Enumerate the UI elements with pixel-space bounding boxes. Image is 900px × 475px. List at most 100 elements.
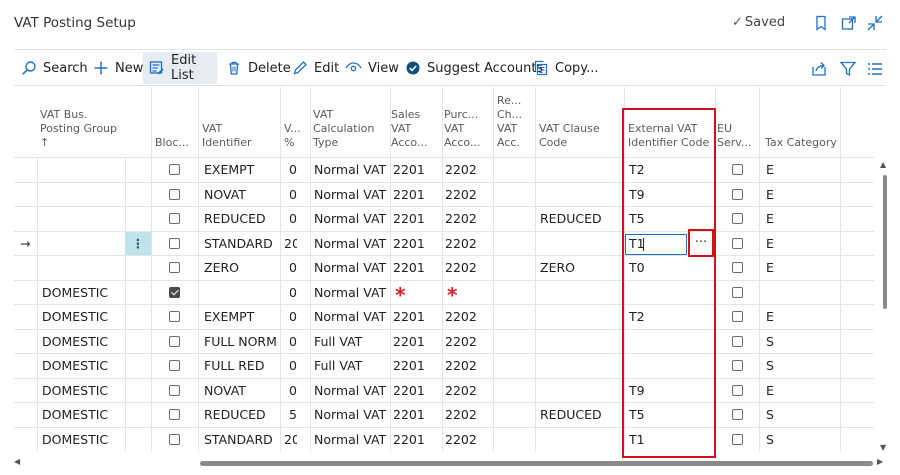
column-header-reverse-charge-account[interactable]: Re... Ch... VAT Acc. xyxy=(497,94,533,150)
scroll-down-icon[interactable]: ▼ xyxy=(880,443,886,452)
table-row[interactable]: ZERO 0 Normal VAT 2201 2202 ZERO T0 E xyxy=(14,255,874,280)
checkbox-blocked[interactable] xyxy=(169,311,180,322)
cell-bus-posting-group[interactable] xyxy=(42,158,124,182)
cell-vat-clause-code[interactable] xyxy=(540,183,622,207)
cell-tax-category[interactable]: E xyxy=(766,158,836,182)
scroll-left-icon[interactable]: ◀ xyxy=(14,457,20,466)
cell-tax-category[interactable]: S xyxy=(766,330,836,354)
cell-vat-clause-code[interactable]: ZERO xyxy=(540,256,622,280)
cell-vat-clause-code[interactable]: REDUCED xyxy=(540,207,622,231)
bookmark-icon[interactable] xyxy=(812,14,830,32)
cell-calculation-type[interactable]: Normal VAT xyxy=(314,428,388,452)
cell-bus-posting-group[interactable]: DOMESTIC xyxy=(42,428,124,452)
column-header-calculation-type[interactable]: VAT Calculation Type xyxy=(313,108,388,150)
cell-calculation-type[interactable]: Normal VAT xyxy=(314,379,388,403)
cell-sales-vat-account[interactable]: 2201 xyxy=(393,354,433,378)
edit-button[interactable]: Edit xyxy=(286,52,345,84)
cell-sales-vat-account[interactable]: 2201 xyxy=(393,305,433,329)
cell-calculation-type[interactable]: Full VAT xyxy=(314,330,388,354)
cell-sales-vat-account[interactable]: 2201 xyxy=(393,232,433,256)
cell-sales-vat-account[interactable]: 2201 xyxy=(393,428,433,452)
column-header-blocked[interactable]: Bloc... xyxy=(155,136,189,150)
cell-bus-posting-group[interactable]: DOMESTIC xyxy=(42,305,124,329)
cell-vat-clause-code[interactable]: REDUCED xyxy=(540,403,622,427)
table-row[interactable]: DOMESTIC REDUCED 5 Normal VAT 2201 2202 REDUCE… xyxy=(14,402,874,427)
scroll-up-icon[interactable]: ▲ xyxy=(880,160,886,169)
cell-bus-posting-group[interactable] xyxy=(42,256,124,280)
cell-vat-identifier[interactable]: ZERO xyxy=(204,256,278,280)
checkbox-eu-service[interactable] xyxy=(732,409,743,420)
cell-vat-identifier[interactable]: REDUCED xyxy=(204,207,278,231)
cell-vat-clause-code[interactable] xyxy=(540,305,622,329)
column-header-vat-percent[interactable]: V...% xyxy=(284,122,308,150)
cell-sales-vat-account[interactable]: 2201 xyxy=(393,403,433,427)
cell-vat-identifier[interactable]: STANDARD xyxy=(204,232,278,256)
cell-purchase-vat-account[interactable]: 2202 xyxy=(445,232,485,256)
cell-calculation-type[interactable]: Normal VAT xyxy=(314,305,388,329)
cell-purchase-vat-account[interactable]: 2202 xyxy=(445,354,485,378)
list-view-icon[interactable] xyxy=(866,60,884,78)
checkbox-blocked[interactable] xyxy=(169,335,180,347)
cell-purchase-vat-account[interactable]: * xyxy=(447,281,477,305)
horizontal-scrollbar[interactable] xyxy=(200,461,873,466)
cell-purchase-vat-account[interactable]: 2202 xyxy=(445,330,485,354)
table-row[interactable]: REDUCED 0 Normal VAT 2201 2202 REDUCED T5 E xyxy=(14,206,874,231)
checkbox-eu-service[interactable] xyxy=(732,384,743,396)
cell-vat-identifier[interactable]: NOVAT xyxy=(204,183,278,207)
share-icon[interactable] xyxy=(810,60,828,78)
table-row[interactable]: DOMESTIC 0 Normal VAT * * xyxy=(14,279,874,305)
checkbox-blocked[interactable] xyxy=(169,188,180,200)
cell-vat-percent[interactable]: 0 xyxy=(284,256,297,280)
cell-calculation-type[interactable]: Normal VAT xyxy=(314,158,388,182)
column-header-purchase-vat-account[interactable]: Purc... VAT Acco... xyxy=(444,108,489,150)
cell-vat-clause-code[interactable] xyxy=(540,330,622,354)
collapse-icon[interactable] xyxy=(866,14,884,32)
cell-vat-percent[interactable]: 0 xyxy=(284,281,297,305)
cell-purchase-vat-account[interactable]: 2202 xyxy=(445,158,485,182)
cell-calculation-type[interactable]: Normal VAT xyxy=(314,281,388,305)
cell-sales-vat-account[interactable]: 2201 xyxy=(393,207,433,231)
cell-vat-identifier[interactable]: STANDARD xyxy=(204,428,278,452)
checkbox-eu-service[interactable] xyxy=(732,433,743,445)
cell-vat-identifier[interactable]: FULL RED xyxy=(204,354,278,378)
cell-vat-percent[interactable]: 0 xyxy=(284,158,297,182)
cell-purchase-vat-account[interactable]: 2202 xyxy=(445,256,485,280)
checkbox-eu-service[interactable] xyxy=(732,188,743,200)
cell-tax-category[interactable]: E xyxy=(766,183,836,207)
cell-sales-vat-account[interactable]: 2201 xyxy=(393,183,433,207)
cell-vat-percent[interactable]: 0 xyxy=(284,183,297,207)
column-header-bus-posting-group[interactable]: VAT Bus. Posting Group ↑ xyxy=(40,108,150,150)
cell-tax-category[interactable]: S xyxy=(766,354,836,378)
cell-tax-category[interactable] xyxy=(766,281,836,305)
cell-tax-category[interactable]: E xyxy=(766,207,836,231)
cell-vat-percent[interactable]: 20 xyxy=(284,428,297,452)
table-row[interactable]: DOMESTIC EXEMPT 0 Normal VAT 2201 2202 T2 E xyxy=(14,304,874,329)
checkbox-blocked[interactable] xyxy=(169,237,180,249)
table-row[interactable]: NOVAT 0 Normal VAT 2201 2202 T9 E xyxy=(14,181,874,207)
checkbox-blocked[interactable] xyxy=(169,286,180,298)
cell-bus-posting-group[interactable]: DOMESTIC xyxy=(42,354,124,378)
cell-vat-clause-code[interactable] xyxy=(540,428,622,452)
cell-vat-percent[interactable]: 0 xyxy=(284,207,297,231)
cell-tax-category[interactable]: E xyxy=(766,256,836,280)
cell-vat-percent[interactable]: 5 xyxy=(284,403,297,427)
checkbox-eu-service[interactable] xyxy=(732,360,743,371)
cell-calculation-type[interactable]: Full VAT xyxy=(314,354,388,378)
cell-vat-percent[interactable]: 20 xyxy=(284,232,297,256)
cell-vat-identifier[interactable]: EXEMPT xyxy=(204,158,278,182)
checkbox-eu-service[interactable] xyxy=(732,335,743,347)
cell-bus-posting-group[interactable]: DOMESTIC xyxy=(42,330,124,354)
checkbox-eu-service[interactable] xyxy=(732,237,743,249)
column-header-eu-service[interactable]: EU Serv... xyxy=(717,122,753,150)
cell-vat-percent[interactable]: 0 xyxy=(284,305,297,329)
table-row[interactable]: EXEMPT 0 Normal VAT 2201 2202 T2 E xyxy=(14,157,874,182)
cell-bus-posting-group[interactable] xyxy=(42,207,124,231)
ellipsis-vertical-icon[interactable]: ⋮ xyxy=(125,231,151,256)
cell-purchase-vat-account[interactable]: 2202 xyxy=(445,403,485,427)
column-header-vat-clause-code[interactable]: VAT Clause Code xyxy=(539,122,619,150)
column-header-vat-identifier[interactable]: VAT Identifier xyxy=(202,122,282,150)
table-row[interactable]: DOMESTIC NOVAT 0 Normal VAT 2201 2202 T9 E xyxy=(14,377,874,403)
cell-vat-identifier[interactable]: NOVAT xyxy=(204,379,278,403)
vertical-scrollbar[interactable] xyxy=(883,175,887,309)
table-row[interactable]: DOMESTIC FULL RED 0 Full VAT 2201 2202 S xyxy=(14,353,874,378)
